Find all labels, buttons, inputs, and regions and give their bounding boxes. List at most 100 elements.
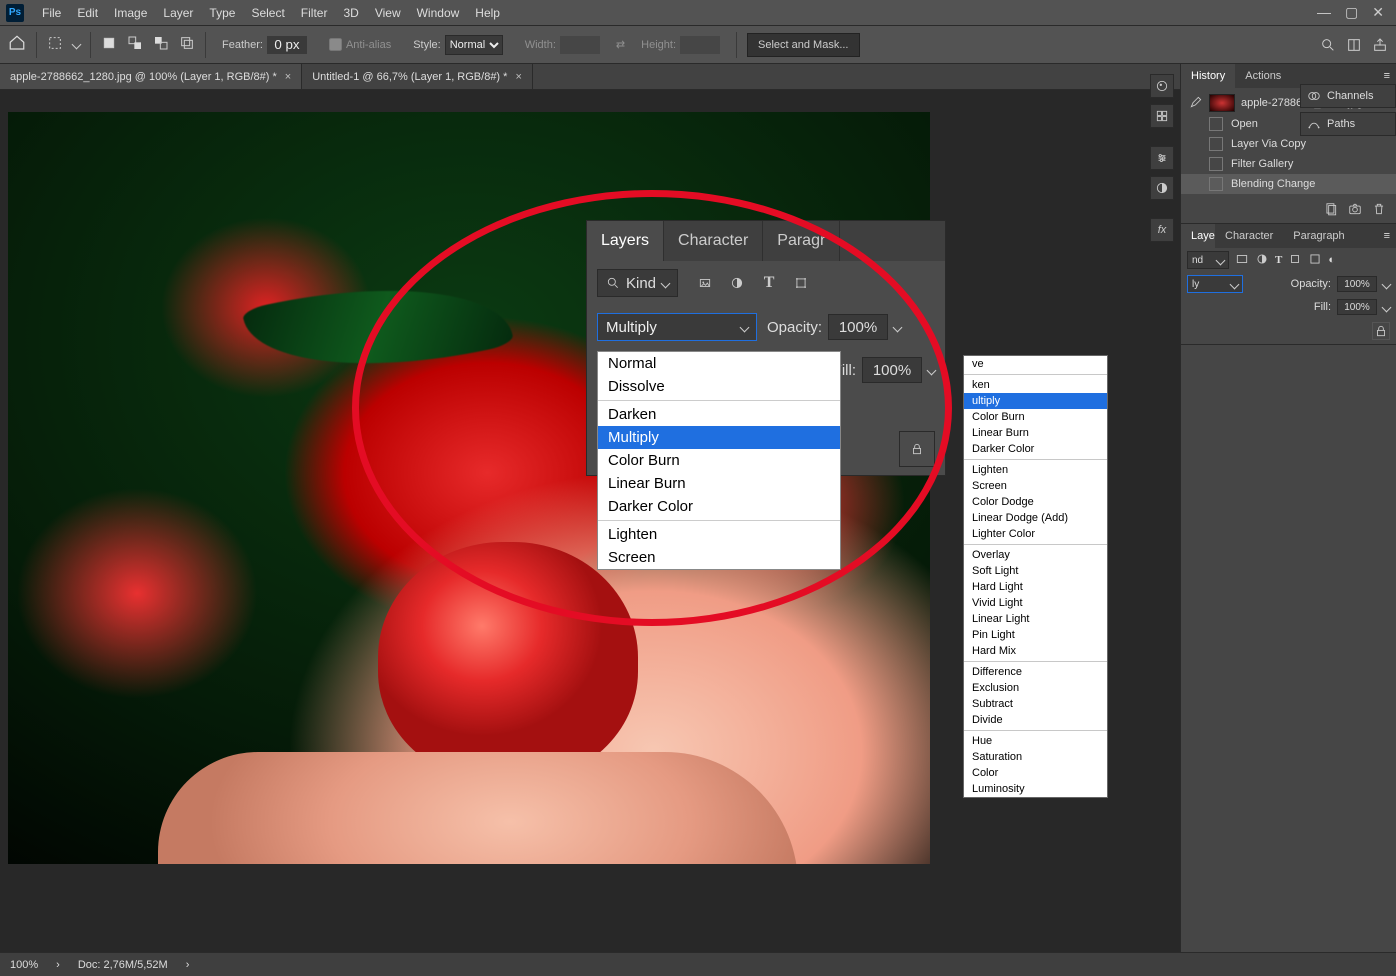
history-snapshot-icon[interactable] <box>1348 202 1362 219</box>
blend-option[interactable]: Normal <box>598 352 840 375</box>
blend-option[interactable]: Dissolve <box>598 375 840 398</box>
doc-tab-1-close-icon[interactable]: × <box>285 71 291 83</box>
layers-panel-menu-icon[interactable]: ≡ <box>1378 224 1396 248</box>
chevron-down-icon[interactable] <box>927 365 937 375</box>
add-selection-icon[interactable] <box>127 35 143 54</box>
layers-opacity-input[interactable]: 100% <box>1337 276 1377 292</box>
layers-filter-kind[interactable]: nd <box>1187 251 1229 269</box>
zoom-fill-input[interactable]: 100% <box>862 357 922 383</box>
menu-3d[interactable]: 3D <box>335 6 366 20</box>
filter-shape-icon[interactable] <box>1288 252 1302 269</box>
tab-character-small[interactable]: Character <box>1215 224 1283 248</box>
feather-input[interactable] <box>267 36 307 54</box>
blend-option[interactable]: Overlay <box>964 547 1107 563</box>
blend-option[interactable]: Difference <box>964 664 1107 680</box>
blend-option[interactable]: ultiply <box>964 393 1107 409</box>
zoom-blend-mode-select[interactable]: Multiply <box>597 313 757 341</box>
history-doc-thumb[interactable] <box>1209 94 1235 112</box>
history-new-doc-icon[interactable] <box>1324 202 1338 219</box>
blend-option[interactable]: Screen <box>598 546 840 569</box>
share-icon[interactable] <box>1372 37 1388 53</box>
blend-option[interactable]: Linear Burn <box>598 472 840 495</box>
menu-type[interactable]: Type <box>201 6 243 20</box>
blend-option[interactable]: Soft Light <box>964 563 1107 579</box>
search-icon[interactable] <box>1320 37 1336 53</box>
home-button[interactable] <box>8 34 26 55</box>
blend-option[interactable]: Saturation <box>964 749 1107 765</box>
menu-file[interactable]: File <box>34 6 69 20</box>
new-selection-icon[interactable] <box>101 35 117 54</box>
blend-option[interactable]: Exclusion <box>964 680 1107 696</box>
blend-option[interactable]: Hard Mix <box>964 643 1107 659</box>
blend-option[interactable]: Linear Dodge (Add) <box>964 510 1107 526</box>
blend-option[interactable]: Screen <box>964 478 1107 494</box>
blend-option[interactable]: Darken <box>598 403 840 426</box>
zoom-blend-dropdown[interactable]: NormalDissolveDarkenMultiplyColor BurnLi… <box>597 351 841 570</box>
filter-type-icon[interactable]: T <box>758 272 780 294</box>
zoom-tab-layers[interactable]: Layers <box>587 221 664 261</box>
window-maximize-icon[interactable]: ▢ <box>1345 4 1358 21</box>
dock-fx-icon[interactable]: fx <box>1150 218 1174 242</box>
doc-tab-1[interactable]: apple-2788662_1280.jpg @ 100% (Layer 1, … <box>0 64 302 89</box>
menu-filter[interactable]: Filter <box>293 6 336 20</box>
blend-option[interactable]: Darker Color <box>598 495 840 518</box>
blend-option[interactable]: Hue <box>964 733 1107 749</box>
blend-option[interactable]: Darker Color <box>964 441 1107 457</box>
menu-image[interactable]: Image <box>106 6 155 20</box>
select-and-mask-button[interactable]: Select and Mask... <box>747 33 860 57</box>
blend-option[interactable]: Luminosity <box>964 781 1107 797</box>
tab-paragraph-small[interactable]: Paragraph <box>1283 224 1354 248</box>
filter-type-icon[interactable]: T <box>1275 254 1282 266</box>
blend-option[interactable]: Linear Burn <box>964 425 1107 441</box>
doc-tab-2[interactable]: Untitled-1 @ 66,7% (Layer 1, RGB/8#) * × <box>302 64 533 89</box>
intersect-selection-icon[interactable] <box>179 35 195 54</box>
filter-pixel-icon[interactable] <box>694 272 716 294</box>
dock-styles-icon[interactable] <box>1150 176 1174 200</box>
channels-tab[interactable]: Channels <box>1300 84 1396 108</box>
layers-fill-input[interactable]: 100% <box>1337 299 1377 315</box>
dock-swatches-icon[interactable] <box>1150 104 1174 128</box>
window-close-icon[interactable]: ✕ <box>1372 4 1384 21</box>
blend-option[interactable]: Lighten <box>598 523 840 546</box>
menu-view[interactable]: View <box>367 6 409 20</box>
doc-tab-2-close-icon[interactable]: × <box>515 71 521 83</box>
menu-select[interactable]: Select <box>243 6 292 20</box>
filter-toggle-icon[interactable]: ◐ <box>1328 254 1335 266</box>
chevron-down-icon[interactable] <box>1382 302 1392 312</box>
chevron-down-icon[interactable] <box>1382 279 1392 289</box>
layers-lock-icon[interactable] <box>1372 322 1390 340</box>
status-zoom[interactable]: 100% <box>10 959 38 971</box>
filter-adjustment-icon[interactable] <box>726 272 748 294</box>
zoom-opacity-input[interactable]: 100% <box>828 314 888 340</box>
menu-help[interactable]: Help <box>467 6 508 20</box>
filter-adjust-icon[interactable] <box>1255 252 1269 269</box>
blend-option[interactable]: Pin Light <box>964 627 1107 643</box>
blend-option[interactable]: Hard Light <box>964 579 1107 595</box>
blend-option[interactable]: Linear Light <box>964 611 1107 627</box>
blend-option[interactable]: Divide <box>964 712 1107 728</box>
blend-option[interactable]: Color Burn <box>598 449 840 472</box>
blend-option[interactable]: ve <box>964 356 1107 372</box>
blend-option[interactable]: Lighter Color <box>964 526 1107 542</box>
zoom-lock-icon[interactable] <box>899 431 935 467</box>
blend-option[interactable]: Multiply <box>598 426 840 449</box>
chevron-down-icon[interactable] <box>893 322 903 332</box>
history-brush-icon[interactable] <box>1189 95 1203 112</box>
blend-option[interactable]: Color Dodge <box>964 494 1107 510</box>
tab-actions[interactable]: Actions <box>1235 64 1291 88</box>
tab-history[interactable]: History <box>1181 64 1235 88</box>
filter-shape-icon[interactable] <box>790 272 812 294</box>
menu-window[interactable]: Window <box>409 6 468 20</box>
paths-tab[interactable]: Paths <box>1300 112 1396 136</box>
zoom-filter-kind[interactable]: Kind <box>597 269 678 297</box>
dock-adjust-icon[interactable] <box>1150 146 1174 170</box>
menu-edit[interactable]: Edit <box>69 6 106 20</box>
blend-option[interactable]: Subtract <box>964 696 1107 712</box>
history-step[interactable]: Blending Change <box>1181 174 1396 194</box>
blend-option[interactable]: Color Burn <box>964 409 1107 425</box>
zoom-tab-character[interactable]: Character <box>664 221 763 261</box>
blend-option[interactable]: Vivid Light <box>964 595 1107 611</box>
blend-mode-dropdown[interactable]: vekenultiplyColor BurnLinear BurnDarker … <box>963 355 1108 798</box>
zoom-tab-paragraph[interactable]: Paragr <box>763 221 840 261</box>
dock-color-icon[interactable] <box>1150 74 1174 98</box>
